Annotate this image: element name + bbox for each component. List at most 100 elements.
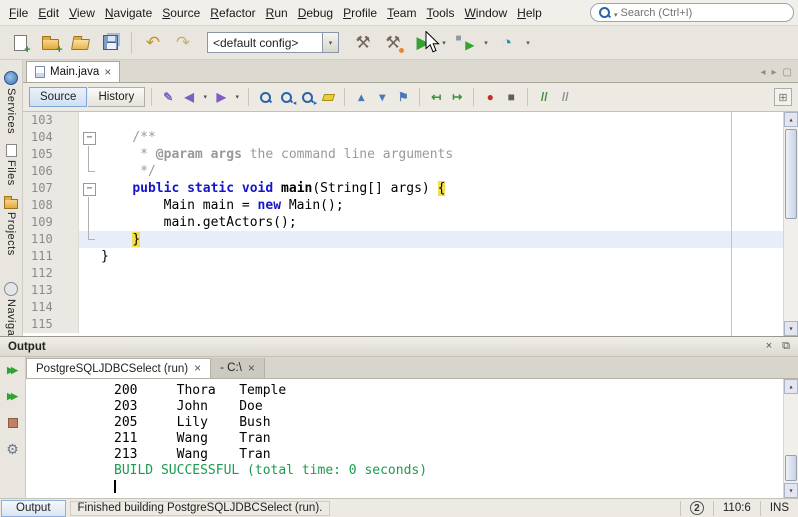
sidebar-tab-files[interactable]: Files bbox=[0, 139, 22, 191]
config-dropdown-icon[interactable] bbox=[322, 33, 338, 52]
config-select[interactable]: <default config> bbox=[207, 32, 339, 53]
view-button-history[interactable]: History bbox=[88, 87, 145, 107]
editor-scrollbar-thumb[interactable] bbox=[785, 129, 797, 219]
fold-toggle-icon[interactable] bbox=[79, 129, 101, 146]
menu-navigate[interactable]: Navigate bbox=[100, 3, 157, 23]
sidebar-tab-services[interactable]: Services bbox=[0, 66, 22, 139]
tab-scroll-right-icon[interactable]: ▸ bbox=[772, 68, 777, 78]
shift-right-button[interactable]: ↦ bbox=[447, 87, 467, 107]
output-scrollbar-thumb[interactable] bbox=[785, 455, 797, 481]
output-scrollbar[interactable] bbox=[783, 379, 798, 498]
close-output-icon[interactable]: × bbox=[766, 341, 772, 352]
text-caret bbox=[114, 480, 116, 493]
tab-scroll-left-icon[interactable]: ◂ bbox=[760, 68, 765, 78]
toggle-highlight-search-button[interactable] bbox=[318, 87, 338, 107]
menu-team[interactable]: Team bbox=[382, 3, 421, 23]
rerun-debug-button[interactable]: ▶▶ bbox=[3, 388, 23, 405]
undo-button[interactable]: ↶ bbox=[139, 29, 167, 57]
code-text: } bbox=[101, 248, 798, 265]
tab-close-icon[interactable] bbox=[104, 66, 111, 79]
comment-button[interactable]: // bbox=[534, 87, 554, 107]
redo-button[interactable]: ↷ bbox=[169, 29, 197, 57]
find-next-button[interactable]: ▸ bbox=[297, 87, 317, 107]
mouse-cursor bbox=[425, 31, 442, 55]
search-dropdown-icon[interactable] bbox=[614, 6, 618, 20]
debug-project-icon bbox=[456, 34, 475, 51]
view-button-source[interactable]: Source bbox=[29, 87, 87, 107]
sidebar-tab-label: Services bbox=[5, 88, 17, 134]
build-project-button[interactable]: ⚒ bbox=[349, 29, 377, 57]
notifications-badge[interactable]: 2 bbox=[690, 501, 704, 515]
output-header[interactable]: Output ×⧉ bbox=[0, 337, 798, 357]
menu-profile[interactable]: Profile bbox=[338, 3, 382, 23]
start-macro-recording-button[interactable]: ● bbox=[480, 87, 500, 107]
new-file-button[interactable] bbox=[6, 29, 34, 57]
forward-dropdown-icon[interactable] bbox=[232, 83, 242, 111]
output-body[interactable]: 200 Thora Temple203 John Doe205 Lily Bus… bbox=[26, 379, 798, 498]
menu-file[interactable]: File bbox=[4, 3, 33, 23]
stop-macro-recording-button[interactable]: ■ bbox=[501, 87, 521, 107]
split-editor-button[interactable]: ⊞ bbox=[774, 88, 792, 106]
stop-macro-recording-icon: ■ bbox=[508, 91, 515, 103]
debug-project-dropdown-icon[interactable] bbox=[481, 29, 491, 57]
open-project-button[interactable] bbox=[66, 29, 94, 57]
clean-build-project-button[interactable]: ⚒ bbox=[379, 29, 407, 57]
menu-window[interactable]: Window bbox=[459, 3, 512, 23]
profile-project-button[interactable]: ◔ bbox=[493, 29, 521, 57]
search-input[interactable] bbox=[621, 7, 786, 19]
menu-debug[interactable]: Debug bbox=[293, 3, 338, 23]
editor-tab-main-java[interactable]: Main.java bbox=[26, 61, 120, 82]
find-previous-icon bbox=[280, 91, 293, 104]
float-window-icon[interactable]: ⧉ bbox=[782, 341, 790, 352]
editor-scroll-up-icon[interactable] bbox=[784, 112, 798, 127]
sidebar-tab-projects[interactable]: Projects bbox=[0, 191, 22, 261]
menu-help[interactable]: Help bbox=[512, 3, 547, 23]
editor-scroll-down-icon[interactable] bbox=[784, 321, 798, 336]
menu-view[interactable]: View bbox=[64, 3, 100, 23]
next-bookmark-button[interactable]: ▾ bbox=[372, 87, 392, 107]
rerun-button[interactable]: ▶▶ bbox=[3, 362, 23, 379]
tab-close-icon[interactable] bbox=[194, 362, 201, 375]
statusbar-output-button[interactable]: Output bbox=[1, 500, 66, 517]
stop-build-button[interactable] bbox=[3, 414, 23, 431]
output-tab[interactable]: - C:\ bbox=[211, 358, 265, 378]
menu-edit[interactable]: Edit bbox=[33, 3, 64, 23]
output-tab[interactable]: PostgreSQLJDBCSelect (run) bbox=[26, 358, 211, 378]
last-edit-position-button[interactable]: ✎ bbox=[158, 87, 178, 107]
quick-search-box[interactable] bbox=[590, 3, 794, 22]
save-all-button[interactable] bbox=[96, 29, 124, 57]
menu-refactor[interactable]: Refactor bbox=[205, 3, 260, 23]
line-number: 115 bbox=[23, 316, 79, 333]
insert-mode-indicator: INS bbox=[760, 501, 798, 516]
tab-close-icon[interactable] bbox=[248, 362, 255, 375]
debug-project-button[interactable] bbox=[451, 29, 479, 57]
shift-left-button[interactable]: ↤ bbox=[426, 87, 446, 107]
back-button[interactable]: ◀ bbox=[179, 87, 199, 107]
ant-settings-button[interactable]: ⚙ bbox=[3, 440, 23, 457]
toolbar-separator bbox=[419, 88, 420, 106]
forward-button[interactable]: ▶ bbox=[211, 87, 231, 107]
code-text: public static void main(String[] args) { bbox=[101, 180, 798, 197]
output-scroll-down-icon[interactable] bbox=[784, 483, 798, 498]
fold-guide bbox=[79, 197, 101, 214]
menu-source[interactable]: Source bbox=[157, 3, 205, 23]
find-selection-button[interactable] bbox=[255, 87, 275, 107]
menu-tools[interactable]: Tools bbox=[421, 3, 459, 23]
toggle-bookmark-button[interactable]: ⚑ bbox=[393, 87, 413, 107]
menu-run[interactable]: Run bbox=[261, 3, 293, 23]
new-project-button[interactable] bbox=[36, 29, 64, 57]
editor-scrollbar[interactable] bbox=[783, 112, 798, 336]
maximize-window-icon[interactable]: ▢ bbox=[783, 68, 792, 78]
profile-project-dropdown-icon[interactable] bbox=[523, 29, 533, 57]
output-scroll-up-icon[interactable] bbox=[784, 379, 798, 394]
find-previous-button[interactable]: ◂ bbox=[276, 87, 296, 107]
editor-body[interactable]: 103104 /**105 * @param args the command … bbox=[23, 112, 798, 336]
toolbar-separator bbox=[527, 88, 528, 106]
line-number: 112 bbox=[23, 265, 79, 282]
redo-icon: ↷ bbox=[176, 34, 190, 51]
previous-bookmark-button[interactable]: ▴ bbox=[351, 87, 371, 107]
back-dropdown-icon[interactable] bbox=[200, 83, 210, 111]
uncomment-button[interactable]: // bbox=[555, 87, 575, 107]
fold-toggle-icon[interactable] bbox=[79, 180, 101, 197]
fold-guide bbox=[79, 146, 101, 163]
